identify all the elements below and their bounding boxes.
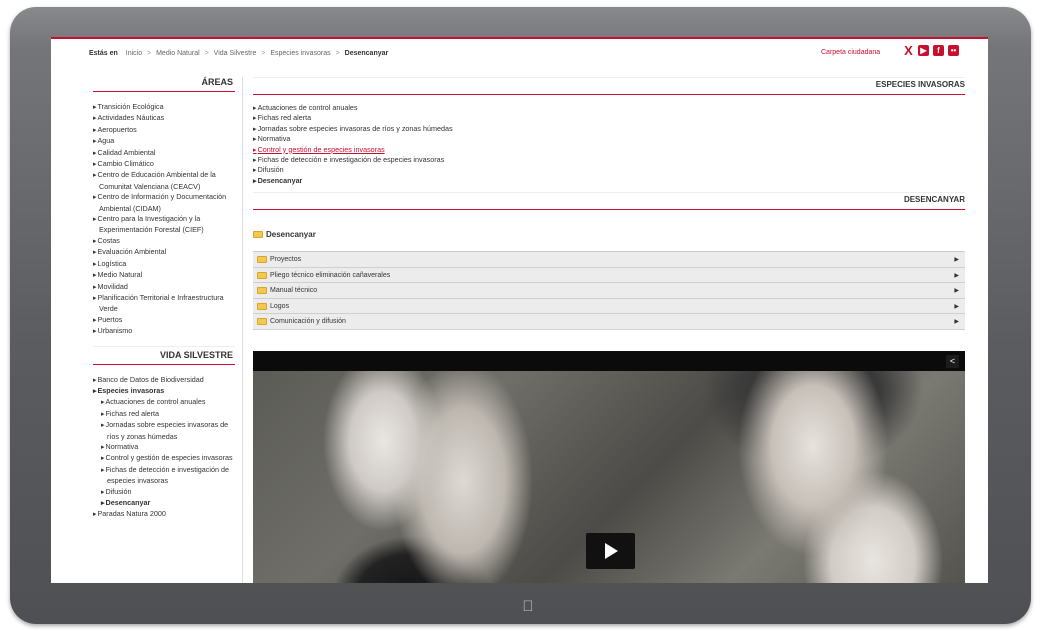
breadcrumb: Estás en Inicio > Medio Natural > Vida S… (89, 50, 389, 57)
folder-icon (257, 287, 267, 294)
sidebar-item[interactable]: Medio Natural (93, 270, 235, 281)
sidebar-subitem[interactable]: Fichas red alerta (93, 409, 235, 420)
chevron-right-icon: ▶ (954, 303, 959, 310)
folder-icon (257, 271, 267, 279)
chevron-right-icon: ▶ (954, 272, 959, 279)
sidebar-item[interactable]: Calidad Ambiental (93, 148, 235, 159)
x-icon[interactable]: X (903, 44, 914, 57)
content-link[interactable]: Jornadas sobre especies invasoras de río… (253, 124, 965, 134)
content-link[interactable]: Difusión (253, 165, 965, 175)
sidebar-item[interactable]: Agua (93, 136, 235, 147)
chevron-right-icon: ▶ (954, 319, 959, 325)
sidebar-subitem[interactable]: Difusión (93, 487, 235, 498)
sidebar-item[interactable]: Puertos (93, 315, 235, 326)
sidebar-subitem[interactable]: Jornadas sobre especies invasoras de río… (93, 420, 235, 442)
breadcrumb-especies-invasoras[interactable]: Especies invasoras (270, 50, 330, 57)
accordion-item-logos[interactable]: Logos ▶ (253, 298, 965, 315)
folder-icon (257, 318, 267, 325)
social-links: X ▶ f •• (903, 44, 959, 57)
sidebar-item[interactable]: Centro para la Investigación y la Experi… (93, 214, 235, 236)
areas-title: ÁREAS (93, 77, 235, 92)
sidebar-item[interactable]: Aeropuertos (93, 125, 235, 136)
sidebar-subitem[interactable]: Control y gestión de especies invasoras (93, 453, 235, 464)
content-link-active[interactable]: Desencanyar (253, 176, 965, 186)
sidebar-item[interactable]: Centro de Educación Ambiental de la Comu… (93, 170, 235, 192)
section-title: ESPECIES INVASORAS (253, 77, 965, 95)
apple-logo-icon:  (521, 599, 535, 615)
main-content: ESPECIES INVASORAS Actuaciones de contro… (253, 77, 965, 330)
accordion: Proyectos ▶ Pliego técnico eliminación c… (253, 251, 965, 330)
youtube-icon[interactable]: ▶ (918, 45, 929, 56)
folder-icon (253, 231, 263, 239)
video-player[interactable]: < (253, 351, 965, 583)
content-link-hover[interactable]: Control y gestión de especies invasoras (253, 145, 965, 155)
sidebar-subitem[interactable]: Actuaciones de control anuales (93, 397, 235, 408)
sidebar-item-active[interactable]: Especies invasoras (93, 386, 235, 397)
share-icon[interactable]: < (946, 355, 959, 368)
subsection-title: DESENCANYAR (253, 192, 965, 211)
sidebar-item[interactable]: Banco de Datos de Biodiversidad (93, 375, 235, 386)
play-button[interactable] (586, 533, 635, 569)
sidebar-item[interactable]: Paradas Natura 2000 (93, 509, 235, 520)
content-link[interactable]: Normativa (253, 134, 965, 144)
sidebar-subitem[interactable]: Normativa (93, 442, 235, 453)
areas-list: Transición Ecológica Actividades Náutica… (93, 102, 235, 338)
breadcrumb-current: Desencanyar (344, 50, 389, 57)
folder-heading: Desencanyar (253, 230, 965, 239)
sidebar-item[interactable]: Evaluación Ambiental (93, 247, 235, 258)
vida-silvestre-title: VIDA SILVESTRE (93, 345, 235, 365)
vida-silvestre-list: Banco de Datos de Biodiversidad Especies… (93, 375, 235, 521)
facebook-icon[interactable]: f (933, 45, 944, 56)
folder-icon (257, 302, 267, 310)
flickr-icon[interactable]: •• (948, 45, 959, 56)
sidebar-item[interactable]: Urbanismo (93, 326, 235, 337)
sidebar: ÁREAS Transición Ecológica Actividades N… (93, 77, 235, 521)
sidebar-item[interactable]: Cambio Climático (93, 159, 235, 170)
browser-screen: Estás en Inicio > Medio Natural > Vida S… (51, 37, 988, 583)
sidebar-item[interactable]: Costas (93, 236, 235, 247)
folder-icon (257, 256, 267, 263)
content-link[interactable]: Fichas de detección e investigación de e… (253, 155, 965, 165)
sidebar-item[interactable]: Actividades Náuticas (93, 113, 235, 124)
chevron-right-icon: ▶ (954, 257, 959, 263)
breadcrumb-medio-natural[interactable]: Medio Natural (156, 50, 200, 57)
accordion-item-manual[interactable]: Manual técnico ▶ (253, 283, 965, 299)
chevron-right-icon: ▶ (954, 288, 959, 294)
sidebar-item[interactable]: Movilidad (93, 282, 235, 293)
especies-links: Actuaciones de control anuales Fichas re… (253, 103, 965, 186)
sidebar-subitem[interactable]: Fichas de detección e investigación de e… (93, 465, 235, 487)
sidebar-item[interactable]: Transición Ecológica (93, 102, 235, 113)
content-link[interactable]: Actuaciones de control anuales (253, 103, 965, 113)
carpeta-ciudadana-link[interactable]: Carpeta ciudadana (821, 49, 880, 56)
sidebar-item[interactable]: Planificación Territorial e Infraestruct… (93, 293, 235, 315)
sidebar-subitem-active[interactable]: Desencanyar (93, 498, 235, 509)
accordion-item-proyectos[interactable]: Proyectos ▶ (253, 252, 965, 268)
sidebar-item[interactable]: Logística (93, 259, 235, 270)
accordion-item-comunicacion[interactable]: Comunicación y difusión ▶ (253, 314, 965, 330)
accordion-item-pliego[interactable]: Pliego técnico eliminación cañaverales ▶ (253, 267, 965, 284)
sidebar-item[interactable]: Centro de Información y Documentación Am… (93, 192, 235, 214)
breadcrumb-inicio[interactable]: Inicio (126, 50, 142, 57)
content-link[interactable]: Fichas red alerta (253, 113, 965, 123)
breadcrumb-vida-silvestre[interactable]: Vida Silvestre (214, 50, 257, 57)
